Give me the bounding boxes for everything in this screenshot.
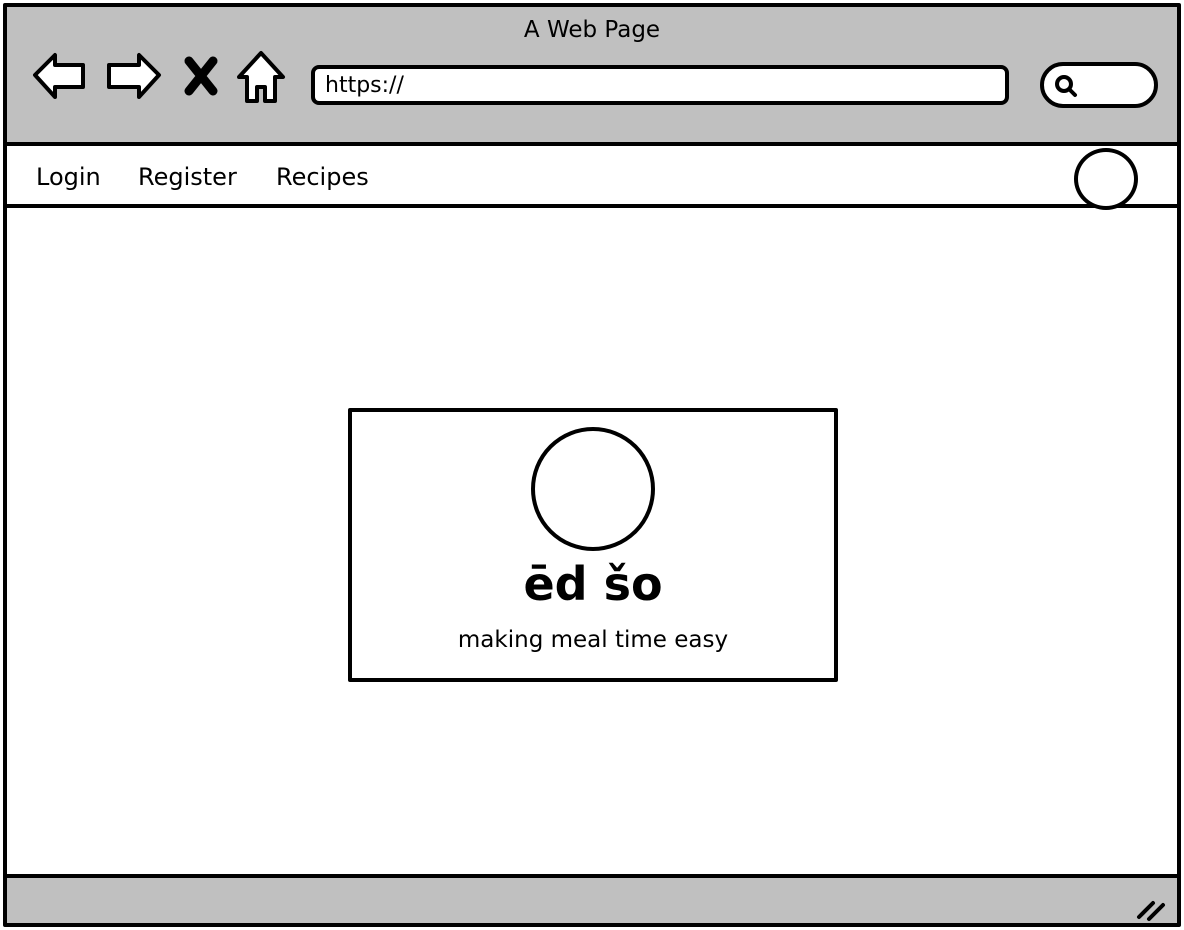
logo-placeholder <box>531 427 655 551</box>
search-icon <box>1055 75 1077 97</box>
close-icon <box>184 56 218 96</box>
forward-arrow-icon <box>107 53 161 99</box>
nav-link-recipes[interactable]: Recipes <box>276 162 369 192</box>
back-arrow-icon <box>33 53 85 99</box>
forward-button[interactable] <box>105 47 163 105</box>
brand-name: ēd šo <box>523 557 663 611</box>
url-input[interactable] <box>311 65 1009 105</box>
window-title: A Web Page <box>523 17 661 43</box>
resize-grip-icon <box>1137 901 1165 921</box>
home-button[interactable] <box>235 47 287 105</box>
stop-button[interactable] <box>177 47 225 105</box>
hero-card: ēd šo making meal time easy <box>348 408 838 682</box>
user-avatar[interactable] <box>1074 148 1138 210</box>
resize-grip[interactable] <box>1135 893 1169 923</box>
tagline: making meal time easy <box>457 627 729 653</box>
back-button[interactable] <box>31 47 89 105</box>
status-bar <box>7 874 1177 923</box>
site-nav-bar: Login Register Recipes <box>7 148 1177 210</box>
home-icon <box>237 51 285 103</box>
nav-link-register[interactable]: Register <box>138 162 237 192</box>
nav-link-login[interactable]: Login <box>36 162 101 192</box>
browser-toolbar: A Web Page <box>7 7 1177 146</box>
browser-window: A Web Page https:// Login Register Recip… <box>3 3 1181 927</box>
browser-search-field[interactable] <box>1040 62 1158 108</box>
